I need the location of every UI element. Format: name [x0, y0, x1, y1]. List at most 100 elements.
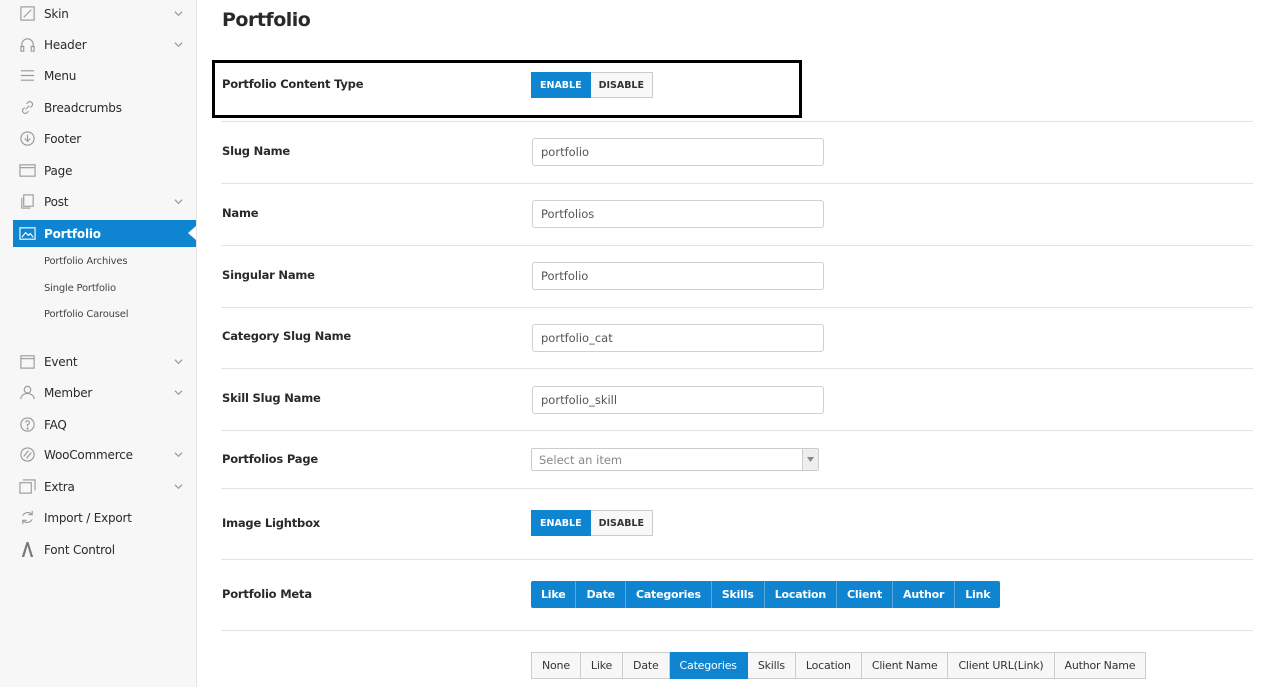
option-none-button[interactable]: None	[531, 652, 581, 679]
sidebar-item-member[interactable]: Member	[13, 379, 196, 406]
name-input[interactable]	[532, 200, 824, 228]
image-icon	[18, 225, 36, 243]
sidebar-item-label: FAQ	[44, 417, 67, 432]
chevron-down-icon	[170, 388, 186, 397]
meta-skills-button[interactable]: Skills	[711, 581, 765, 608]
sidebar-item-portfolio[interactable]: Portfolio	[13, 220, 196, 247]
option-client-name-button[interactable]: Client Name	[861, 652, 949, 679]
sidebar-item-label: Breadcrumbs	[44, 100, 122, 115]
sidebar-item-label: Font Control	[44, 542, 115, 557]
singular-name-input[interactable]	[532, 262, 824, 290]
chevron-down-icon	[170, 40, 186, 49]
headphones-icon	[18, 36, 36, 54]
sidebar-item-label: Post	[44, 194, 69, 209]
select-placeholder: Select an item	[539, 452, 623, 467]
sidebar-item-faq[interactable]: FAQ	[13, 411, 196, 438]
sidebar-item-post[interactable]: Post	[13, 188, 196, 215]
sidebar-item-extra[interactable]: Extra	[13, 473, 196, 500]
font-icon	[18, 541, 36, 559]
sidebar-item-label: Header	[44, 37, 87, 52]
content-type-enable-button[interactable]: ENABLE	[531, 72, 591, 98]
content-type-label: Portfolio Content Type	[222, 77, 364, 91]
chevron-down-icon	[170, 450, 186, 459]
meta-options-buttons: None Like Date Categories Skills Locatio…	[531, 652, 1147, 679]
meta-date-button[interactable]: Date	[576, 581, 626, 608]
option-date-button[interactable]: Date	[623, 652, 670, 679]
skill-slug-label: Skill Slug Name	[222, 391, 321, 405]
meta-like-button[interactable]: Like	[531, 581, 577, 608]
divider	[221, 183, 1253, 184]
sidebar-item-skin[interactable]: Skin	[13, 0, 196, 27]
portfolios-page-select[interactable]: Select an item	[531, 448, 819, 471]
chevron-down-icon	[170, 197, 186, 206]
divider	[221, 559, 1253, 560]
sidebar-item-font-control[interactable]: Font Control	[13, 536, 196, 563]
divider	[221, 488, 1253, 489]
copy-icon	[18, 193, 36, 211]
meta-author-button[interactable]: Author	[893, 581, 956, 608]
image-lightbox-enable-button[interactable]: ENABLE	[531, 510, 591, 536]
option-skills-button[interactable]: Skills	[747, 652, 796, 679]
category-slug-label: Category Slug Name	[222, 329, 352, 343]
divider	[221, 368, 1253, 369]
option-like-button[interactable]: Like	[580, 652, 624, 679]
sidebar-item-event[interactable]: Event	[13, 348, 196, 375]
option-categories-button[interactable]: Categories	[669, 652, 748, 679]
portfolio-meta-label: Portfolio Meta	[222, 587, 312, 601]
calendar-icon	[18, 353, 36, 371]
category-slug-input[interactable]	[532, 324, 824, 352]
sidebar-item-header[interactable]: Header	[13, 31, 196, 58]
sidebar-item-footer[interactable]: Footer	[13, 125, 196, 152]
sidebar-item-label: Import / Export	[44, 510, 132, 525]
page-title: Portfolio	[222, 9, 311, 31]
meta-location-button[interactable]: Location	[764, 581, 838, 608]
portfolios-page-label: Portfolios Page	[222, 452, 318, 466]
sidebar-item-page[interactable]: Page	[13, 157, 196, 184]
sidebar-item-label: Portfolio	[44, 226, 101, 241]
meta-categories-button[interactable]: Categories	[625, 581, 712, 608]
sidebar-item-menu[interactable]: Menu	[13, 62, 196, 89]
sidebar-item-label: Member	[44, 385, 93, 400]
woocommerce-icon	[18, 446, 36, 464]
sidebar-item-breadcrumbs[interactable]: Breadcrumbs	[13, 94, 196, 121]
name-label: Name	[222, 206, 259, 220]
chevron-down-icon	[170, 357, 186, 366]
browser-window-icon	[18, 162, 36, 180]
sidebar-item-label: Footer	[44, 131, 81, 146]
image-lightbox-toggle: ENABLE DISABLE	[531, 510, 653, 536]
layers-icon	[18, 478, 36, 496]
option-location-button[interactable]: Location	[795, 652, 862, 679]
singular-name-label: Singular Name	[222, 268, 315, 282]
content-type-toggle: ENABLE DISABLE	[531, 72, 653, 98]
portfolio-meta-buttons: Like Date Categories Skills Location Cli…	[531, 581, 1001, 608]
refresh-icon	[18, 509, 36, 527]
sidebar-item-label: Event	[44, 354, 78, 369]
slug-name-label: Slug Name	[222, 144, 291, 158]
divider	[221, 430, 1253, 431]
sidebar-item-label: WooCommerce	[44, 447, 133, 462]
sidebar-item-import-export[interactable]: Import / Export	[13, 504, 196, 531]
sidebar-subitem-single-portfolio[interactable]: Single Portfolio	[44, 283, 116, 294]
slug-name-input[interactable]	[532, 138, 824, 166]
skill-slug-input[interactable]	[532, 386, 824, 414]
sidebar-item-woocommerce[interactable]: WooCommerce	[13, 441, 196, 468]
dropdown-arrow-icon[interactable]	[802, 449, 818, 470]
brush-icon	[18, 5, 36, 23]
image-lightbox-disable-button[interactable]: DISABLE	[590, 510, 653, 536]
sidebar-item-label: Extra	[44, 479, 75, 494]
content-type-disable-button[interactable]: DISABLE	[590, 72, 653, 98]
menu-icon	[18, 67, 36, 85]
meta-link-button[interactable]: Link	[955, 581, 1001, 608]
arrow-down-circle-icon	[18, 130, 36, 148]
divider	[221, 245, 1253, 246]
sidebar-item-label: Menu	[44, 68, 77, 83]
sidebar-subitem-portfolio-archives[interactable]: Portfolio Archives	[44, 256, 128, 267]
meta-client-button[interactable]: Client	[837, 581, 894, 608]
divider	[221, 121, 1253, 122]
divider	[221, 307, 1253, 308]
option-author-name-button[interactable]: Author Name	[1054, 652, 1147, 679]
sidebar-item-label: Skin	[44, 6, 69, 21]
option-client-url-button[interactable]: Client URL(Link)	[948, 652, 1055, 679]
image-lightbox-label: Image Lightbox	[222, 516, 320, 530]
sidebar-subitem-portfolio-carousel[interactable]: Portfolio Carousel	[44, 309, 129, 320]
